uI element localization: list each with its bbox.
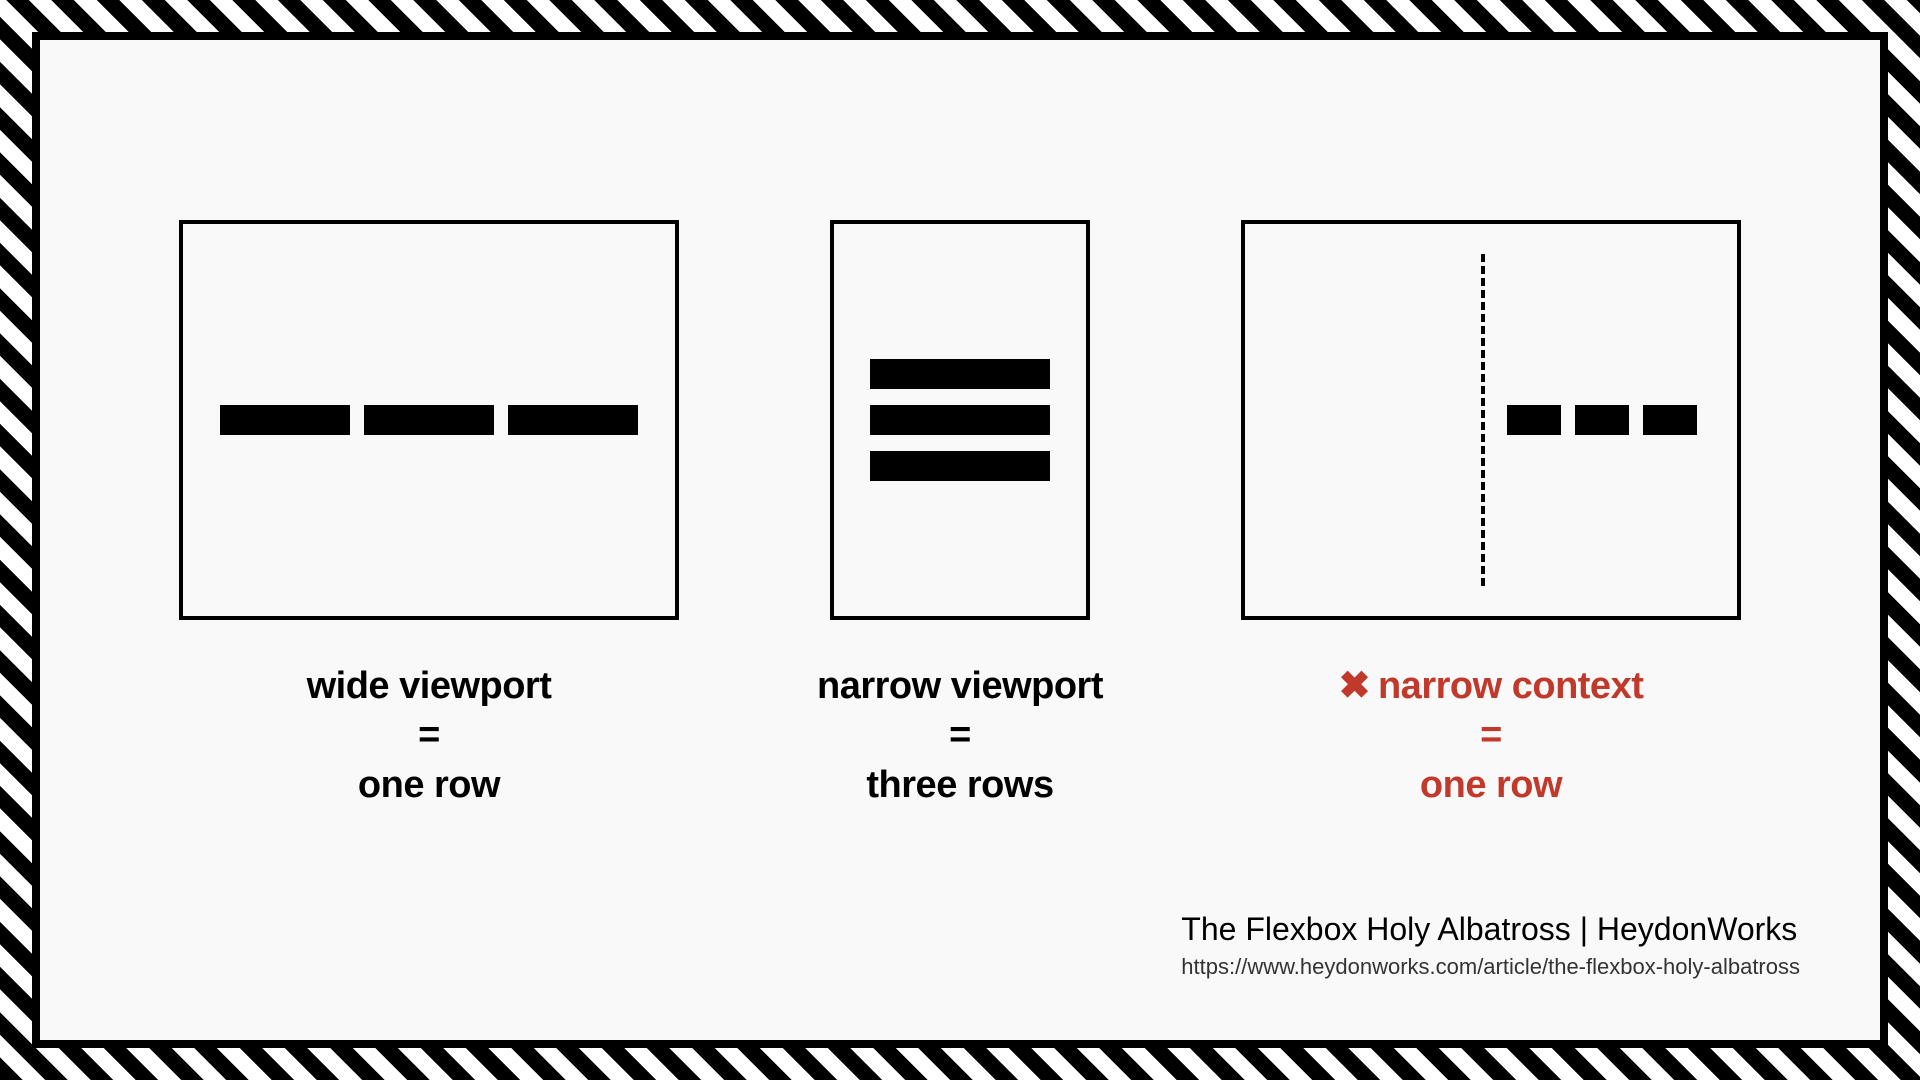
slide-frame: wide viewport = one row narrow viewport … [32,32,1888,1048]
bar [220,405,350,435]
caption-wide: wide viewport = one row [307,662,552,810]
bar [1507,405,1561,435]
dashed-divider [1481,254,1485,586]
credit-block: The Flexbox Holy Albatross | HeydonWorks… [1181,911,1800,980]
bars-stack [870,359,1050,481]
bar [1643,405,1697,435]
bars-row-small [1507,405,1697,435]
caption-eq: = [817,711,1103,760]
col-narrow-context: ✖narrow context = one row [1241,220,1741,810]
credit-title: The Flexbox Holy Albatross | HeydonWorks [1181,911,1800,948]
diagram-row: wide viewport = one row narrow viewport … [40,220,1880,810]
cross-icon: ✖ [1339,662,1370,711]
frame-narrow-context [1241,220,1741,620]
col-narrow-viewport: narrow viewport = three rows [817,220,1103,810]
caption-line: ✖narrow context [1339,662,1644,711]
bar [1575,405,1629,435]
caption-context: ✖narrow context = one row [1339,662,1644,810]
caption-eq: = [307,711,552,760]
bar [870,359,1050,389]
caption-line: narrow viewport [817,662,1103,711]
caption-line: wide viewport [307,662,552,711]
credit-url: https://www.heydonworks.com/article/the-… [1181,954,1800,980]
bar [508,405,638,435]
frame-wide-viewport [179,220,679,620]
caption-line: one row [1339,761,1644,810]
bar [364,405,494,435]
striped-border: wide viewport = one row narrow viewport … [0,0,1920,1080]
col-wide-viewport: wide viewport = one row [179,220,679,810]
caption-narrow: narrow viewport = three rows [817,662,1103,810]
caption-line: one row [307,761,552,810]
frame-narrow-viewport [830,220,1090,620]
bars-row [220,405,638,435]
bar [870,451,1050,481]
caption-eq: = [1339,711,1644,760]
caption-text: narrow context [1378,665,1643,707]
bar [870,405,1050,435]
caption-line: three rows [817,761,1103,810]
